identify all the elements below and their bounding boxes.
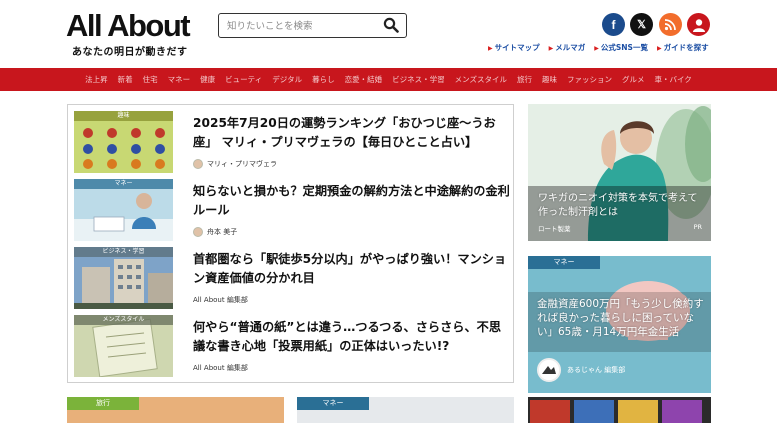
facebook-icon[interactable]: f [602,13,625,36]
article-title[interactable]: 首都圏なら「駅徒歩5分以内」がやっぱり強い！マンション資産価値の分かれ目 [193,250,511,288]
utility-links: ▶ サイトマップ ▶ メルマガ ▶ 公式SNS一覧 ▶ ガイドを探す [488,42,709,53]
article-author: 舟本 美子 [193,227,237,237]
avatar [193,227,203,237]
nav-item[interactable]: 車・バイク [654,74,691,85]
article-title[interactable]: 知らないと損かも？定期預金の解約方法と中途解約の金利ルール [193,182,511,220]
nav-item[interactable]: 恋愛・結婚 [345,74,383,85]
search-input[interactable] [227,16,382,37]
nav-item[interactable]: 旅行 [517,74,532,85]
logo-text: All About [66,8,191,43]
category-tag: マネー [528,256,600,269]
category-nav: 法上昇 新着 住宅 マネー 健康 ビューティ デジタル 暮らし 恋愛・結婚 ビジ… [0,68,777,91]
author-name: All About 編集部 [193,296,248,304]
author-name: 舟本 美子 [207,228,238,236]
category-tag: 旅行 [67,397,139,410]
site-header: All About あなたの明日が動きだす f 𝕏 ▶サイトマップ ▶メルマガ … [0,0,777,68]
user-icon[interactable] [687,13,710,36]
util-link-sns[interactable]: ▶ 公式SNS一覧 [594,42,648,53]
promo-sponsor: ロート製薬 [538,225,571,233]
nav-item[interactable]: メンズスタイル [455,74,507,85]
util-link-label: 公式SNS一覧 [600,43,648,52]
arrow-icon: ▶ [656,45,662,52]
nav-item[interactable]: ビジネス・学習 [392,74,445,85]
nav-item[interactable]: ファッション [567,74,612,85]
nav-item[interactable]: マネー [168,74,191,85]
rss-glyph [664,19,676,31]
category-tag: 趣味 [74,111,173,121]
site-logo[interactable]: All About あなたの明日が動きだす [66,10,200,60]
category-tag: メンズスタイル [74,315,173,325]
arrow-icon: ▶ [488,45,493,52]
author-logo-icon [539,360,559,380]
avatar [537,358,561,382]
author-name: All About 編集部 [193,364,248,372]
util-link-label: メルマガ [555,43,586,52]
nav-item[interactable]: 趣味 [542,74,557,85]
category-tag: マネー [74,179,173,189]
article-thumbnail[interactable]: メンズスタイル [74,315,173,377]
util-link-newsletter[interactable]: ▶ メルマガ [549,42,586,53]
author-name: マリィ・プリマヴェラ [207,160,277,168]
arrow-icon: ▶ [548,45,554,52]
promo-title[interactable]: ワキガのニオイ対策を本気で考えて作った制汗剤とは [538,192,706,220]
nav-item[interactable]: 暮らし [312,74,335,85]
article-thumbnail[interactable]: 趣味 [74,111,173,173]
list-item[interactable]: メンズスタイル 何やら“普通の紙”とは違う…つるつる、さらさら、不思議な書き心地… [74,315,508,377]
user-glyph [692,18,705,32]
travel-card[interactable]: 旅行 [67,397,284,423]
article-title[interactable]: 何やら“普通の紙”とは違う…つるつる、さらさら、不思議な書き心地「投票用紙」の正… [193,318,511,356]
feature-article-list: 趣味 2025年7月20日の運勢ランキング「おひつじ座～うお座」 マリィ・プリマ… [67,104,514,383]
list-item[interactable]: 趣味 2025年7月20日の運勢ランキング「おひつじ座～うお座」 マリィ・プリマ… [74,111,508,173]
nav-item[interactable]: 新着 [118,74,133,85]
arrow-icon: ▶ [594,45,599,52]
article-author: All About 編集部 [193,363,248,373]
tarot-image [528,397,711,423]
category-tag: マネー [297,397,369,410]
util-link-sitemap[interactable]: ▶ サイトマップ [488,42,540,53]
money-article-title[interactable]: 金融資産600万円「もう少し倹約すれば良かった暮らしに困っていない」65歳・月1… [537,297,705,339]
search-box[interactable] [218,13,407,38]
util-link-label: サイトマップ [494,43,540,52]
article-author: All About 編集部 [193,295,248,305]
article-thumbnail[interactable]: マネー [74,179,173,241]
article-author: マリィ・プリマヴェラ [193,159,277,169]
article-author: あるじゃん 編集部 [537,358,625,382]
sponsored-card[interactable]: ワキガのニオイ対策を本気で考えて作った制汗剤とは ロート製薬 PR [528,104,711,241]
article-thumbnail[interactable]: ビジネス・学習 [74,247,173,309]
nav-item[interactable]: 健康 [200,74,215,85]
article-title[interactable]: 2025年7月20日の運勢ランキング「おひつじ座～うお座」 マリィ・プリマヴェラ… [193,114,511,152]
pr-badge: PR [693,223,702,231]
facebook-glyph: f [611,17,616,32]
promo-image [528,104,711,241]
nav-item[interactable]: 法上昇 [85,74,108,85]
nav-item[interactable]: 住宅 [143,74,158,85]
category-tag: ビジネス・学習 [74,247,173,257]
author-name: あるじゃん 編集部 [567,366,626,374]
nav-item[interactable]: デジタル [272,74,302,85]
rss-icon[interactable] [659,13,682,36]
money-card-2[interactable]: マネー [297,397,514,423]
x-icon[interactable]: 𝕏 [630,13,653,36]
nav-item[interactable]: ビューティ [225,74,262,85]
util-link-guide[interactable]: ▶ ガイドを探す [657,42,709,53]
logo-tagline: あなたの明日が動きだす [72,47,188,58]
list-item[interactable]: ビジネス・学習 首都圏なら「駅徒歩5分以内」がやっぱり強い！マンション資産価値の… [74,247,508,309]
avatar [193,159,203,169]
util-link-label: ガイドを探す [663,43,709,52]
tarot-card-strip[interactable] [528,397,711,423]
nav-item[interactable]: グルメ [622,74,645,85]
list-item[interactable]: マネー 知らないと損かも？定期預金の解約方法と中途解約の金利ルール 舟本 美子 [74,179,511,241]
money-article-card[interactable]: マネー 金融資産600万円「もう少し倹約すれば良かった暮らしに困っていない」65… [528,256,711,393]
x-glyph: 𝕏 [637,19,646,31]
search-icon[interactable] [383,17,399,33]
